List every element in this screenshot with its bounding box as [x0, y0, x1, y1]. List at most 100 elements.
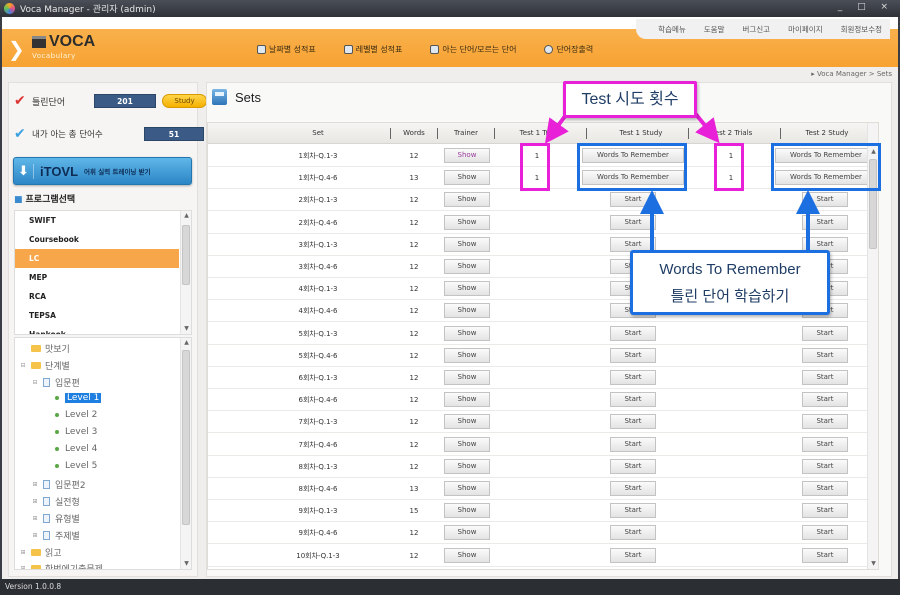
- show-button[interactable]: Show: [444, 303, 490, 319]
- test1-start-button[interactable]: Start: [610, 547, 656, 563]
- test2-start-button[interactable]: Start: [802, 392, 848, 408]
- test1-start-button[interactable]: Start: [610, 325, 656, 341]
- col-test1-study[interactable]: Test 1 Study: [588, 129, 694, 137]
- scroll-down-icon[interactable]: ▼: [868, 559, 878, 569]
- test1-start-button[interactable]: Start: [610, 458, 656, 474]
- test1-start-button[interactable]: Start: [610, 481, 656, 496]
- tree-item-intro[interactable]: ⊟ 입문편: [31, 376, 80, 389]
- tree-item-level-3[interactable]: Level 3: [55, 427, 97, 437]
- show-button[interactable]: Show: [444, 236, 490, 252]
- show-button[interactable]: Show: [444, 436, 490, 452]
- top-link-study-menu[interactable]: 학습메뉴: [658, 24, 686, 39]
- tree-item-by-level[interactable]: ⊟ 단계별: [19, 359, 69, 373]
- tree-item-past-exams[interactable]: ⊞ 한번에기출문제: [19, 562, 103, 570]
- test2-start-button[interactable]: Start: [802, 414, 848, 430]
- itovl-training-button[interactable]: ⬇ iTOVL 어휘 실력 트레이닝 받기: [13, 157, 192, 185]
- scroll-thumb[interactable]: [182, 225, 190, 285]
- test2-start-button[interactable]: Start: [802, 347, 848, 363]
- top-link-my-page[interactable]: 마이페이지: [788, 24, 823, 39]
- top-link-bug-report[interactable]: 버그신고: [742, 24, 770, 39]
- expand-icon[interactable]: ⊞: [31, 532, 39, 540]
- test1-start-button[interactable]: Start: [610, 525, 656, 541]
- show-button[interactable]: Show: [444, 148, 490, 163]
- program-item-more[interactable]: Hankook: [15, 325, 179, 334]
- expand-icon[interactable]: ⊞: [19, 565, 27, 570]
- expand-icon[interactable]: ⊞: [31, 481, 39, 489]
- scroll-down-icon[interactable]: ▼: [181, 559, 191, 569]
- tree-item-preview[interactable]: 맛보기: [19, 342, 70, 355]
- show-button[interactable]: Show: [444, 392, 490, 408]
- test2-start-button[interactable]: Start: [802, 192, 848, 208]
- test1-start-button[interactable]: Start: [610, 214, 656, 230]
- col-set[interactable]: Set: [248, 129, 388, 137]
- program-item-coursebook[interactable]: Coursebook: [15, 230, 179, 249]
- tree-item-reading[interactable]: ⊞ 읽고: [19, 546, 61, 560]
- col-test2-trials[interactable]: Test 2 Trials: [692, 129, 772, 137]
- nav-known-unknown[interactable]: 아는 단어/모르는 단어: [430, 44, 516, 55]
- test1-start-button[interactable]: Start: [610, 414, 656, 430]
- test2-start-button[interactable]: Start: [802, 436, 848, 452]
- show-button[interactable]: Show: [444, 547, 490, 563]
- tree-item-by-type[interactable]: ⊞ 유형별: [31, 512, 80, 525]
- collapse-icon[interactable]: ⊟: [19, 362, 27, 370]
- tree-item-level-4[interactable]: Level 4: [55, 444, 97, 454]
- show-button[interactable]: Show: [444, 214, 490, 230]
- nav-print-wordbook[interactable]: 단어장출력: [544, 44, 593, 55]
- tree-item-level-5[interactable]: Level 5: [55, 461, 97, 471]
- show-button[interactable]: Show: [444, 170, 490, 186]
- show-button[interactable]: Show: [444, 370, 490, 385]
- test1-start-button[interactable]: Start: [610, 370, 656, 385]
- scroll-down-icon[interactable]: ▼: [181, 324, 191, 334]
- nav-level-report[interactable]: 레벨별 성적표: [343, 44, 402, 55]
- tree-item-intro-2[interactable]: ⊞ 입문편2: [31, 478, 86, 491]
- expand-icon[interactable]: ⊞: [31, 498, 39, 506]
- test1-start-button[interactable]: Start: [610, 503, 656, 519]
- show-button[interactable]: Show: [444, 347, 490, 363]
- test1-start-button[interactable]: Start: [610, 392, 656, 408]
- show-button[interactable]: Show: [444, 503, 490, 519]
- scroll-thumb[interactable]: [182, 350, 190, 525]
- tree-item-by-topic[interactable]: ⊞ 주제별: [31, 529, 80, 542]
- tree-item-level-2[interactable]: Level 2: [55, 410, 97, 420]
- test1-start-button[interactable]: Start: [610, 192, 656, 208]
- window-controls[interactable]: _ □ ×: [838, 2, 894, 12]
- show-button[interactable]: Show: [444, 192, 490, 208]
- test2-start-button[interactable]: Start: [802, 503, 848, 519]
- tree-item-level-1[interactable]: Level 1: [55, 393, 102, 403]
- test2-start-button[interactable]: Start: [802, 547, 848, 563]
- test2-start-button[interactable]: Start: [802, 458, 848, 474]
- show-button[interactable]: Show: [444, 325, 490, 341]
- col-test1-trials[interactable]: Test 1 Trials: [500, 129, 580, 137]
- show-button[interactable]: Show: [444, 525, 490, 541]
- nav-daily-report[interactable]: 날짜별 성적표: [257, 44, 316, 55]
- scroll-up-icon[interactable]: ▲: [181, 211, 191, 221]
- program-item-tepsa[interactable]: TEPSA: [15, 306, 179, 325]
- show-button[interactable]: Show: [444, 458, 490, 474]
- expand-icon[interactable]: ⊞: [31, 515, 39, 523]
- test2-start-button[interactable]: Start: [802, 525, 848, 541]
- test2-start-button[interactable]: Start: [802, 214, 848, 230]
- top-link-edit-profile[interactable]: 회원정보수정: [841, 24, 882, 39]
- col-trainer[interactable]: Trainer: [440, 129, 492, 137]
- study-button[interactable]: Study: [162, 94, 207, 108]
- expand-icon[interactable]: ⊞: [19, 549, 27, 557]
- top-link-help[interactable]: 도움말: [704, 24, 725, 39]
- test2-start-button[interactable]: Start: [802, 370, 848, 385]
- show-button[interactable]: Show: [444, 281, 490, 297]
- test1-start-button[interactable]: Start: [610, 347, 656, 363]
- test2-start-button[interactable]: Start: [802, 325, 848, 341]
- scroll-up-icon[interactable]: ▲: [181, 338, 191, 348]
- col-test2-study[interactable]: Test 2 Study: [782, 129, 872, 137]
- test2-start-button[interactable]: Start: [802, 481, 848, 496]
- show-button[interactable]: Show: [444, 481, 490, 496]
- tree-scrollbar[interactable]: ▲ ▼: [180, 338, 191, 569]
- program-item-mep[interactable]: MEP: [15, 268, 179, 287]
- tree-item-practical[interactable]: ⊞ 실전형: [31, 495, 80, 508]
- test1-start-button[interactable]: Start: [610, 436, 656, 452]
- program-item-rca[interactable]: RCA: [15, 287, 179, 306]
- program-item-swift[interactable]: SWIFT: [15, 211, 179, 230]
- show-button[interactable]: Show: [444, 259, 490, 274]
- col-words[interactable]: Words: [394, 129, 434, 137]
- collapse-icon[interactable]: ⊟: [31, 379, 39, 387]
- program-list-scrollbar[interactable]: ▲ ▼: [180, 211, 191, 334]
